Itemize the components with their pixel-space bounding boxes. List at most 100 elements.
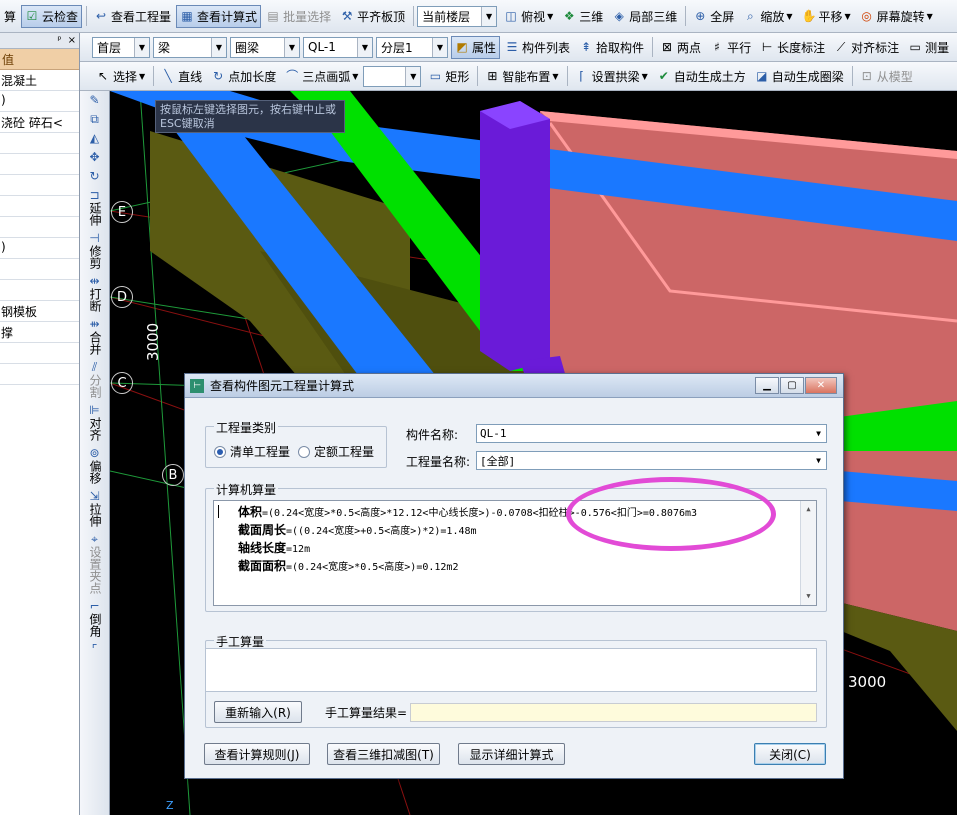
fullscreen-button[interactable]: ⊕ 全屏 [689,5,738,28]
split-tool[interactable]: ⫽ 分割 [81,358,109,401]
property-row[interactable] [0,196,79,217]
top-view-button[interactable]: ◫ 俯视 ▼ [500,5,557,28]
two-point-button[interactable]: ⊠ 两点 [656,36,705,59]
local-3d-button[interactable]: ◈ 局部三维 [608,5,681,28]
formula-line: 体积=(0.24<宽度>*0.5<高度>*12.12<中心线长度>)-0.070… [238,504,796,522]
component-list-icon: ☰ [506,40,518,54]
chevron-down-icon: ▼ [357,37,372,57]
property-row[interactable] [0,175,79,196]
view-quantity-button[interactable]: ↩ 查看工程量 [90,5,175,28]
property-row[interactable]: 撑 [0,322,79,343]
line-button[interactable]: ╲ 直线 [157,65,206,88]
radio-bill-quantity[interactable]: 清单工程量 [214,443,290,460]
auto-earthwork-button[interactable]: ✔ 自动生成土方 [653,65,750,88]
measure-button[interactable]: ▭ 测量 [904,36,953,59]
mirror-tool[interactable]: ◭ [81,129,109,148]
floor-view-select[interactable]: 当前楼层 ▼ [417,5,498,27]
stretch-icon: ⇲ [89,489,100,503]
close-icon[interactable]: × [68,35,76,46]
property-rows: 混凝土) 浇砼 碎石<) 钢模板撑 [0,70,79,385]
align-dim-button[interactable]: ⟋ 对齐标注 [830,36,903,59]
computed-formula-box[interactable]: 体积=(0.24<宽度>*0.5<高度>*12.12<中心线长度>)-0.070… [213,500,817,606]
property-row[interactable] [0,259,79,280]
component-list-button[interactable]: ☰ 构件列表 [501,36,574,59]
property-row[interactable]: 混凝土 [0,70,79,91]
manual-result-field[interactable] [410,703,817,722]
arc-mode-select[interactable]: ▼ [363,65,422,87]
element-select[interactable]: QL-1 ▼ [303,36,373,58]
select-button[interactable]: ↖ 选择 ▼ [92,65,149,88]
tb1-item-0[interactable]: 算 [0,5,20,28]
arch-button[interactable]: ⌈ 设置拱梁 ▼ [571,65,652,88]
brush-tool[interactable]: ✎ [81,91,109,110]
property-row[interactable] [0,154,79,175]
trim-icon: ⊣ [89,231,100,245]
chamfer-tool[interactable]: ⌐ 倒角 [81,597,109,640]
rect-button[interactable]: ▭ 矩形 [424,65,473,88]
show-detail-button[interactable]: 显示详细计算式 [458,743,565,765]
zoom-button[interactable]: ⌕ 缩放 ▼ [739,5,796,28]
pin-icon[interactable]: ᵖ [57,35,61,46]
quantity-name-select[interactable]: [全部] ▼ [476,451,827,470]
move-tool[interactable]: ✥ [81,148,109,167]
subtype-select[interactable]: 圈梁 ▼ [230,36,300,58]
pick-button[interactable]: ⇞ 拾取构件 [575,36,648,59]
view-formula-button[interactable]: ▦ 查看计算式 [176,4,262,28]
window-close-button[interactable]: ✕ [805,377,837,394]
window-buttons: ▁ ▢ ✕ [755,377,837,394]
fillet-icon: ⌜ [91,642,98,656]
fillet-tool[interactable]: ⌜ [81,640,109,659]
smart-layout-button[interactable]: ⊞ 智能布置 ▼ [481,65,562,88]
property-row[interactable] [0,217,79,238]
3d-button[interactable]: ❖ 三维 [558,5,607,28]
floor-select[interactable]: 首层 ▼ [92,36,150,58]
measure-icon: ▭ [909,40,921,54]
radio-quota-quantity[interactable]: 定额工程量 [298,443,374,460]
maximize-button[interactable]: ▢ [780,377,804,394]
property-row[interactable] [0,364,79,385]
property-row[interactable] [0,133,79,154]
trim-tool[interactable]: ⊣ 修剪 [81,229,109,272]
from-model-button[interactable]: ⊡ 从模型 [856,65,917,88]
break-tool[interactable]: ⇹ 打断 [81,272,109,315]
property-row[interactable]: ) [0,238,79,259]
auto-ring-beam-button[interactable]: ◪ 自动生成圈梁 [751,65,848,88]
minimize-button[interactable]: ▁ [755,377,779,394]
grip-tool[interactable]: ⌖ 设置夹点 [81,530,109,597]
property-row[interactable] [0,343,79,364]
point-length-button[interactable]: ↻ 点加长度 [207,65,280,88]
reinput-button[interactable]: 重新输入(R) [214,701,302,723]
copy-tool[interactable]: ⧉ [81,110,109,129]
type-select[interactable]: 梁 ▼ [153,36,227,58]
formula-scrollbar[interactable]: ▲ ▼ [800,501,816,605]
stretch-tool[interactable]: ⇲ 拉伸 [81,487,109,530]
rotate-cw-tool[interactable]: ↻ [81,167,109,186]
view-rules-button[interactable]: 查看计算规则(J) [204,743,310,765]
property-row[interactable]: ) [0,91,79,112]
dialog-title-bar[interactable]: ⊢ 查看构件图元工程量计算式 ▁ ▢ ✕ [185,374,843,398]
extend-tool[interactable]: ⊐ 延伸 [81,186,109,229]
close-button[interactable]: 关闭(C) [754,743,826,765]
rotate-button[interactable]: ◎ 屏幕旋转 ▼ [856,5,937,28]
layer-select[interactable]: 分层1 ▼ [376,36,448,58]
align-tool[interactable]: ⊫ 对齐 [81,401,109,444]
align-top-button[interactable]: ⚒ 平齐板顶 [336,5,409,28]
component-name-select[interactable]: QL-1 ▼ [476,424,827,443]
property-row[interactable]: 钢模板 [0,301,79,322]
draw-toolbar: ↖ 选择 ▼ ╲ 直线 ↻ 点加长度 ⌒ 三点画弧 ▼ ▼ ▭ 矩形 ⊞ 智能布置 ▼ ⌈ 设置拱梁… [0,62,957,91]
pan-button[interactable]: ✋ 平移 ▼ [797,5,854,28]
property-row[interactable]: 浇砼 碎石< [0,112,79,133]
dialog-title: 查看构件图元工程量计算式 [210,379,355,393]
arc-button[interactable]: ⌒ 三点画弧 ▼ [281,65,362,88]
merge-tool[interactable]: ⇻ 合并 [81,315,109,358]
parallel-button[interactable]: ♯ 平行 [706,36,755,59]
property-row[interactable] [0,280,79,301]
auto-earthwork-icon: ✔ [658,69,669,83]
properties-button[interactable]: ◩ 属性 [451,35,501,59]
cloud-check-button[interactable]: ☑ 云检查 [21,4,83,28]
length-dim-button[interactable]: ⊢ 长度标注 [756,36,829,59]
view-3d-deduction-button[interactable]: 查看三维扣减图(T) [327,743,440,765]
manual-input[interactable] [205,648,817,692]
offset-tool[interactable]: ⊚ 偏移 [81,444,109,487]
batch-select-button[interactable]: ▤ 批量选择 [262,5,335,28]
